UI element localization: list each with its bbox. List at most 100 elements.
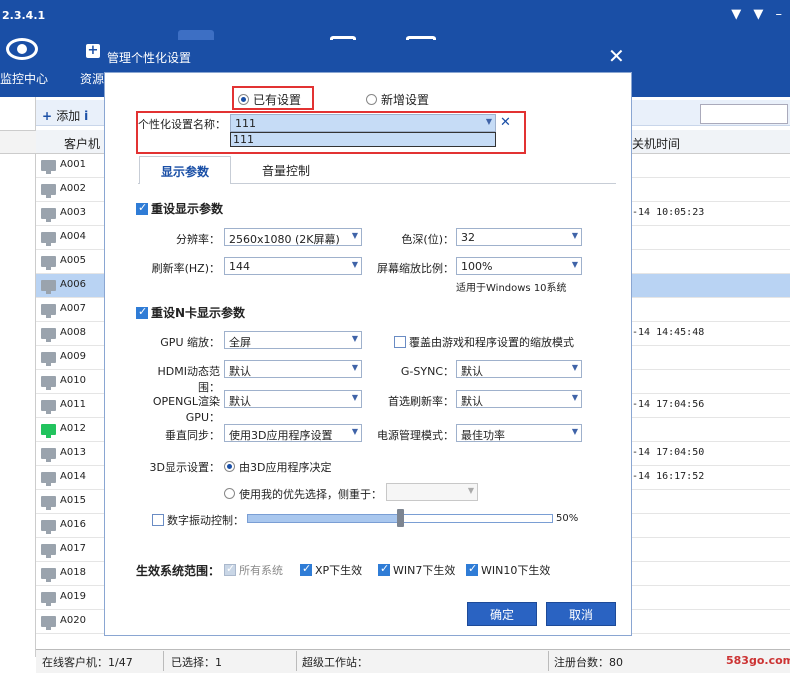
name-select[interactable]: 111 ▼ bbox=[230, 114, 496, 132]
refresh-value: 144 bbox=[229, 260, 250, 273]
d3-opt2-label: 使用我的优先选择，侧重于： bbox=[239, 488, 382, 501]
status-selected: 已选择：1 bbox=[171, 656, 222, 669]
tab-volume[interactable]: 音量控制 bbox=[238, 156, 334, 184]
scope-xp-checkbox[interactable]: XP下生效 bbox=[300, 562, 362, 578]
row-client-id: A016 bbox=[60, 519, 86, 530]
row-client-id: A017 bbox=[60, 543, 86, 554]
row-shutdown-time: -14 16:17:52 bbox=[632, 471, 705, 482]
row-client-id: A008 bbox=[60, 327, 86, 338]
opengl-value: 默认 bbox=[229, 395, 251, 408]
computer-icon bbox=[41, 208, 56, 222]
gpu-scale-select[interactable]: 全屏 ▼ bbox=[224, 331, 362, 349]
d3-opt1-label: 由3D应用程序决定 bbox=[239, 461, 332, 474]
reset-nvidia-label: 重设N卡显示参数 bbox=[151, 306, 246, 320]
row-client-id: A013 bbox=[60, 447, 86, 458]
add-button[interactable]: + 添加 i bbox=[42, 107, 88, 124]
row-client-id: A014 bbox=[60, 471, 86, 482]
computer-icon bbox=[41, 160, 56, 174]
nav-resources[interactable]: 资源 bbox=[80, 70, 104, 87]
chevron-down-icon: ▼ bbox=[467, 486, 474, 495]
row-client-id: A003 bbox=[60, 207, 86, 218]
vibrance-slider-fill bbox=[248, 515, 400, 522]
mode-existing-label: 已有设置 bbox=[253, 93, 302, 107]
d3-app-radio[interactable]: 由3D应用程序决定 bbox=[224, 459, 331, 475]
chevron-down-icon: ▼ bbox=[571, 393, 578, 402]
ok-button[interactable]: 确定 bbox=[467, 602, 537, 626]
tab-display[interactable]: 显示参数 bbox=[139, 156, 231, 184]
clear-x-icon[interactable]: ✕ bbox=[500, 115, 511, 130]
row-client-id: A018 bbox=[60, 567, 86, 578]
window-controls[interactable]: ▼ ▼ – bbox=[731, 7, 786, 22]
chevron-down-icon: ▼ bbox=[485, 117, 492, 126]
hdmi-value: 默认 bbox=[229, 365, 251, 378]
row-shutdown-time: -14 17:04:50 bbox=[632, 447, 705, 458]
vibrance-slider-handle[interactable] bbox=[397, 509, 404, 527]
color-depth-value: 32 bbox=[461, 231, 475, 244]
chevron-down-icon: ▼ bbox=[571, 427, 578, 436]
left-pane-header bbox=[0, 130, 36, 154]
reset-display-checkbox[interactable]: 重设显示参数 bbox=[136, 200, 223, 217]
hdmi-label: HDMI动态范围： bbox=[157, 365, 220, 394]
opengl-select[interactable]: 默认 ▼ bbox=[224, 390, 362, 408]
computer-icon bbox=[41, 376, 56, 390]
mode-existing-radio[interactable]: 已有设置 bbox=[238, 91, 301, 108]
d3-pref-radio[interactable]: 使用我的优先选择，侧重于： bbox=[224, 486, 382, 502]
scope-win7-label: WIN7下生效 bbox=[393, 564, 456, 577]
power-select[interactable]: 最佳功率 ▼ bbox=[456, 424, 582, 442]
radio-icon bbox=[366, 94, 377, 105]
scope-all-label: 所有系统 bbox=[239, 564, 283, 577]
chevron-down-icon: ▼ bbox=[351, 393, 358, 402]
column-header-client[interactable]: 客户机 bbox=[64, 135, 100, 152]
computer-icon bbox=[41, 232, 56, 246]
scope-win7-checkbox[interactable]: WIN7下生效 bbox=[378, 562, 455, 578]
mode-new-label: 新增设置 bbox=[381, 93, 430, 107]
status-divider bbox=[163, 651, 164, 671]
computer-icon bbox=[41, 616, 56, 630]
close-icon[interactable]: ✕ bbox=[608, 44, 625, 68]
reset-display-label: 重设显示参数 bbox=[151, 202, 224, 216]
opengl-label: OPENGL渲染GPU： bbox=[152, 395, 220, 424]
mode-new-radio[interactable]: 新增设置 bbox=[366, 91, 429, 108]
cancel-button[interactable]: 取消 bbox=[546, 602, 616, 626]
row-client-id: A007 bbox=[60, 303, 86, 314]
radio-icon bbox=[224, 488, 235, 499]
refresh-select[interactable]: 144 ▼ bbox=[224, 257, 362, 275]
checkbox-icon bbox=[378, 562, 390, 576]
resolution-select[interactable]: 2560x1080 (2K屏幕) ▼ bbox=[224, 228, 362, 246]
gpu-scale-value: 全屏 bbox=[229, 336, 251, 349]
scale-select[interactable]: 100% ▼ bbox=[456, 257, 582, 275]
reset-nvidia-checkbox[interactable]: 重设N卡显示参数 bbox=[136, 304, 245, 321]
hdmi-select[interactable]: 默认 ▼ bbox=[224, 360, 362, 378]
checkbox-icon bbox=[394, 336, 406, 348]
d3-pref-select[interactable]: ▼ bbox=[386, 483, 478, 501]
gsync-label: G-SYNC： bbox=[400, 365, 454, 378]
row-client-id: A002 bbox=[60, 183, 86, 194]
row-client-id: A010 bbox=[60, 375, 86, 386]
status-bar bbox=[36, 649, 790, 673]
nav-monitor-center[interactable]: 监控中心 bbox=[0, 70, 48, 87]
row-client-id: A015 bbox=[60, 495, 86, 506]
vsync-select[interactable]: 使用3D应用程序设置 ▼ bbox=[224, 424, 362, 442]
info-icon[interactable]: i bbox=[84, 109, 88, 123]
scope-win10-label: WIN10下生效 bbox=[481, 564, 551, 577]
chevron-down-icon: ▼ bbox=[571, 260, 578, 269]
pref-refresh-select[interactable]: 默认 ▼ bbox=[456, 390, 582, 408]
column-header-shutdown-time[interactable]: 关机时间 bbox=[632, 135, 680, 152]
gsync-select[interactable]: 默认 ▼ bbox=[456, 360, 582, 378]
status-super-workstation: 超级工作站： bbox=[302, 656, 368, 669]
vibrance-checkbox[interactable]: 数字振动控制： bbox=[152, 512, 244, 528]
computer-icon bbox=[41, 472, 56, 486]
checkbox-icon bbox=[224, 562, 236, 576]
color-depth-select[interactable]: 32 ▼ bbox=[456, 228, 582, 246]
color-depth-label: 色深(位)： bbox=[401, 233, 454, 246]
search-input[interactable] bbox=[700, 104, 788, 124]
row-client-id: A004 bbox=[60, 231, 86, 242]
name-dropdown-option[interactable]: 111 bbox=[230, 132, 496, 147]
gpu-scale-label: GPU 缩放： bbox=[160, 336, 220, 349]
scope-all-checkbox[interactable]: 所有系统 bbox=[224, 562, 283, 578]
computer-icon bbox=[41, 592, 56, 606]
monitor-eye-icon[interactable] bbox=[6, 38, 38, 60]
scope-win10-checkbox[interactable]: WIN10下生效 bbox=[466, 562, 550, 578]
checkbox-icon bbox=[300, 562, 312, 576]
override-scaling-checkbox[interactable]: 覆盖由游戏和程序设置的缩放模式 bbox=[394, 334, 574, 350]
